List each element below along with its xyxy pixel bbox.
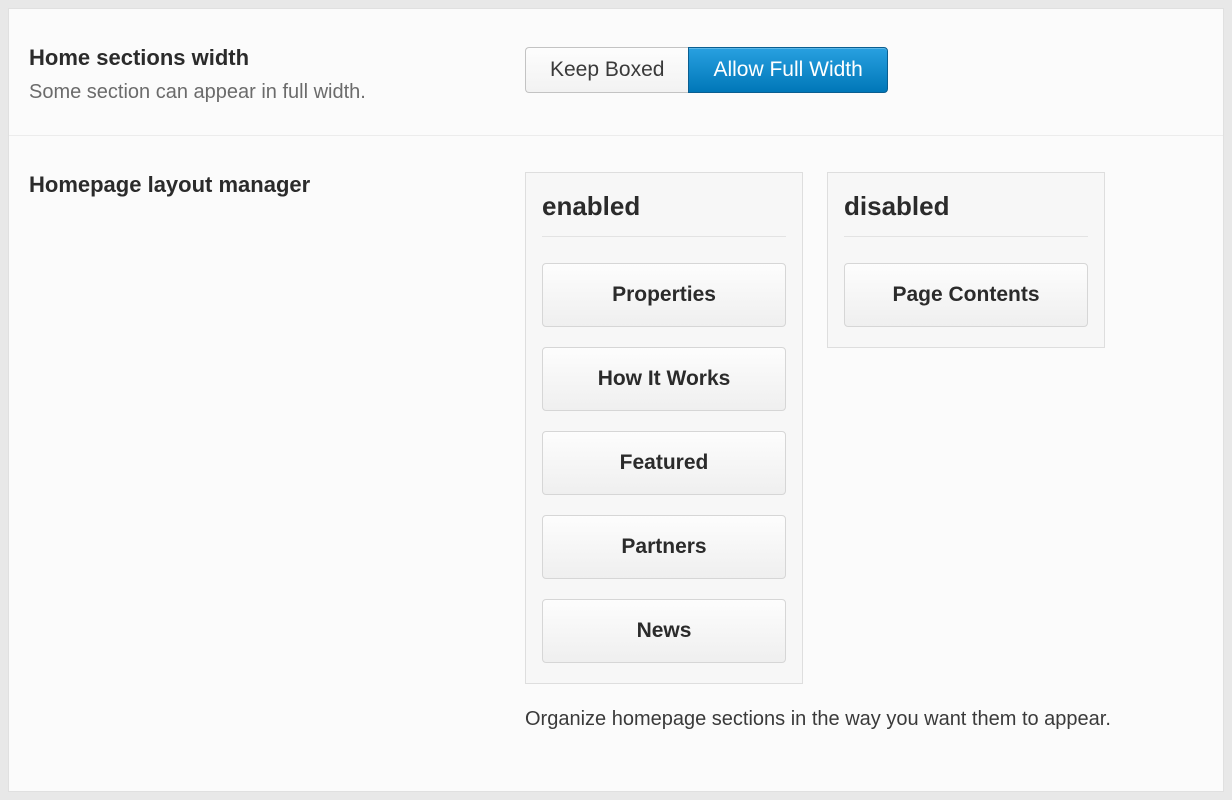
enabled-column-title: enabled	[542, 191, 786, 237]
layout-item-how-it-works[interactable]: How It Works	[542, 347, 786, 411]
settings-panel: Home sections width Some section can app…	[8, 8, 1224, 792]
layout-columns: enabled Properties How It Works Featured…	[525, 172, 1203, 684]
allow-full-width-button[interactable]: Allow Full Width	[688, 47, 887, 93]
layout-item-properties[interactable]: Properties	[542, 263, 786, 327]
homepage-layout-manager-row: Homepage layout manager enabled Properti…	[9, 136, 1223, 762]
layout-help-text: Organize homepage sections in the way yo…	[525, 704, 1203, 734]
field-label-area: Homepage layout manager	[29, 172, 525, 734]
field-title-width: Home sections width	[29, 45, 525, 71]
disabled-column-title: disabled	[844, 191, 1088, 237]
layout-item-partners[interactable]: Partners	[542, 515, 786, 579]
width-toggle-group: Keep Boxed Allow Full Width	[525, 47, 888, 93]
disabled-column[interactable]: disabled Page Contents	[827, 172, 1105, 348]
field-desc-width: Some section can appear in full width.	[29, 77, 525, 107]
keep-boxed-button[interactable]: Keep Boxed	[525, 47, 688, 93]
enabled-column[interactable]: enabled Properties How It Works Featured…	[525, 172, 803, 684]
field-label-area: Home sections width Some section can app…	[29, 45, 525, 107]
layout-item-page-contents[interactable]: Page Contents	[844, 263, 1088, 327]
field-control-area: enabled Properties How It Works Featured…	[525, 172, 1203, 734]
home-sections-width-row: Home sections width Some section can app…	[9, 9, 1223, 136]
field-control-area: Keep Boxed Allow Full Width	[525, 45, 1203, 107]
layout-item-news[interactable]: News	[542, 599, 786, 663]
layout-item-featured[interactable]: Featured	[542, 431, 786, 495]
field-title-layout: Homepage layout manager	[29, 172, 525, 198]
